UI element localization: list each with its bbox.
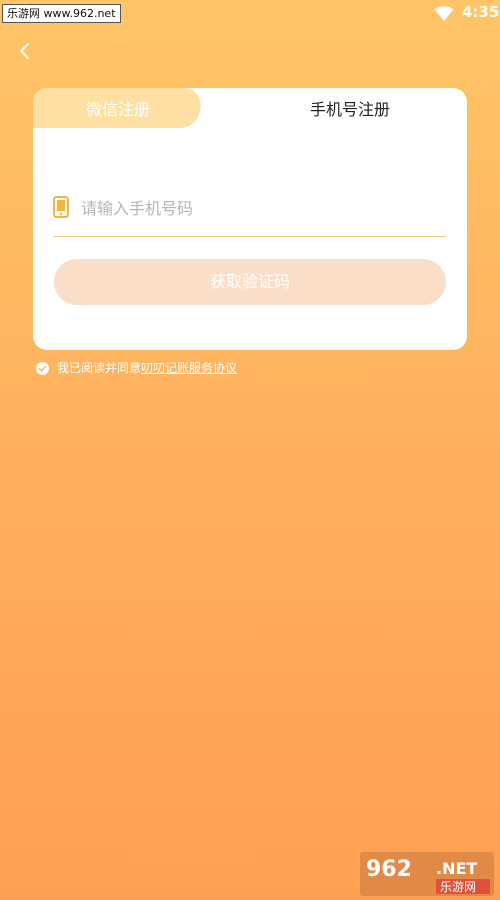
watermark-logo: 962 .NET 乐游网	[360, 852, 494, 896]
phone-field	[53, 188, 446, 237]
watermark-suffix: .NET	[436, 859, 477, 878]
status-time: 4:35	[462, 3, 500, 21]
back-button[interactable]	[12, 38, 40, 66]
register-card: 微信注册 手机号注册 获取验证码	[33, 88, 467, 350]
agreement-prefix: 我已阅读并同意	[57, 361, 142, 375]
tab-phone-register[interactable]: 手机号注册	[250, 88, 450, 132]
agreement-text: 我已阅读并同意叨叨记账服务协议	[57, 360, 237, 377]
check-circle-icon[interactable]	[36, 362, 49, 375]
get-code-button[interactable]: 获取验证码	[54, 259, 446, 305]
tab-bar: 微信注册 手机号注册	[33, 88, 467, 138]
phone-icon	[53, 196, 69, 218]
status-bar: 乐游网 www.962.net 4:35	[0, 0, 500, 26]
tab-wechat-register[interactable]: 微信注册	[33, 88, 203, 132]
phone-input[interactable]	[79, 192, 443, 224]
wifi-icon	[434, 6, 454, 21]
watermark-cn: 乐游网	[440, 880, 476, 894]
watermark-label: 乐游网 www.962.net	[2, 4, 121, 23]
watermark-brand: 962	[366, 857, 412, 882]
chevron-left-icon	[20, 43, 29, 59]
agreement-link[interactable]: 叨叨记账服务协议	[141, 361, 237, 375]
